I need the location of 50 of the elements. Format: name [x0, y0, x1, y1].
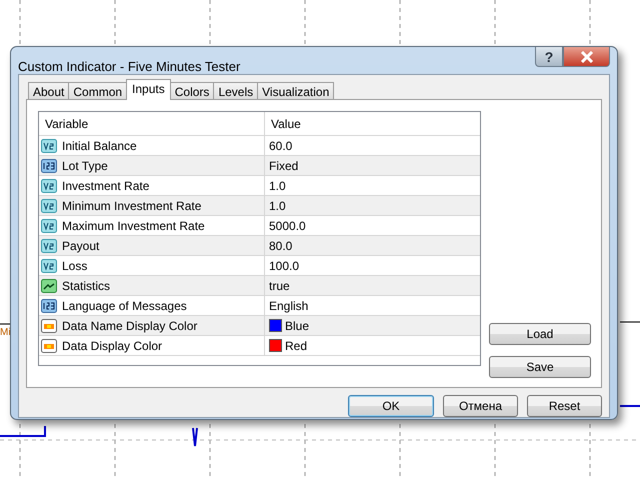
variable-name: Minimum Investment Rate	[62, 198, 202, 212]
number-tag-icon	[41, 218, 57, 232]
variable-value[interactable]: 60.0	[269, 138, 292, 152]
variable-name: Statistics	[62, 278, 110, 292]
number-tag-icon	[41, 138, 57, 152]
variable-name: Maximum Investment Rate	[62, 218, 205, 232]
tab[interactable]: Common	[68, 82, 128, 100]
tab[interactable]: Levels	[213, 82, 258, 100]
variable-name: Initial Balance	[62, 138, 137, 152]
digits-tag-icon	[41, 298, 57, 312]
dialog-button[interactable]: Reset	[527, 395, 602, 417]
variable-value[interactable]: 5000.0	[269, 218, 306, 232]
tab[interactable]: Inputs	[126, 79, 171, 100]
number-tag-icon	[41, 258, 57, 272]
variable-name: Payout	[62, 238, 100, 252]
side-button[interactable]: Save	[489, 356, 591, 378]
number-tag-icon	[41, 178, 57, 192]
tab[interactable]: About	[28, 82, 70, 100]
chart-tag-icon	[41, 278, 57, 292]
dialog-button[interactable]: OK	[348, 395, 434, 417]
palette-tag-icon	[41, 318, 57, 332]
number-tag-icon	[41, 198, 57, 212]
close-icon	[580, 50, 594, 62]
chart-label: Mi	[0, 327, 12, 339]
digits-tag-icon	[41, 158, 57, 172]
close-button[interactable]	[563, 47, 610, 67]
variable-value[interactable]: Red	[285, 338, 308, 352]
variable-name: Investment Rate	[62, 178, 150, 192]
column-header[interactable]: Variable	[39, 112, 265, 135]
tab[interactable]: Visualization	[257, 82, 334, 100]
variable-name: Language of Messages	[62, 298, 187, 312]
number-tag-icon	[41, 238, 57, 252]
variable-value[interactable]: true	[269, 278, 290, 292]
side-button[interactable]: Load	[489, 323, 591, 345]
variable-name: Data Name Display Color	[62, 318, 198, 332]
variable-value[interactable]: English	[269, 298, 308, 312]
variable-name: Data Display Color	[62, 338, 162, 352]
window-title: Custom Indicator - Five Minutes Tester	[18, 59, 240, 74]
dialog-button[interactable]: Отмена	[443, 395, 518, 417]
variable-value[interactable]: 100.0	[269, 258, 300, 272]
variable-value[interactable]: 1.0	[269, 178, 286, 192]
variable-name: Loss	[62, 258, 88, 272]
variable-name: Lot Type	[62, 158, 108, 172]
column-header[interactable]: Value	[265, 112, 480, 135]
variable-value[interactable]: Blue	[285, 318, 310, 332]
variable-value[interactable]: Fixed	[269, 158, 298, 172]
variable-value[interactable]: 1.0	[269, 198, 286, 212]
help-button[interactable]: ?	[535, 47, 563, 67]
variable-value[interactable]: 80.0	[269, 238, 292, 252]
palette-tag-icon	[41, 338, 57, 352]
